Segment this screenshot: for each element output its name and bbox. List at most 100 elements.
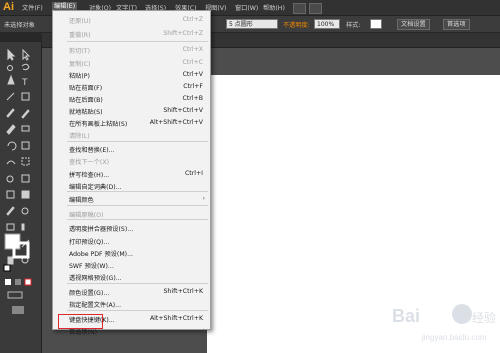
edit-menu-item-label: 查找下一个(X) <box>69 159 110 166</box>
menu-file[interactable]: 文件(F) <box>22 3 43 12</box>
eraser-tool-icon[interactable] <box>21 125 30 132</box>
edit-menu-item[interactable]: SWF 预设(W)... <box>53 260 210 271</box>
edit-menu-item[interactable]: 拼写检查(H)... Ctrl+I <box>53 169 210 180</box>
rotate-tool-icon[interactable] <box>7 141 17 151</box>
edit-menu-item: 查找下一个(X) <box>53 156 210 167</box>
paintbrush-tool-icon[interactable] <box>6 108 15 118</box>
edit-menu-item-label: 还原(U) <box>69 18 91 25</box>
app-logo: Ai <box>3 1 14 13</box>
perspective-grid-tool-icon[interactable] <box>21 174 30 183</box>
pen-tool-icon[interactable] <box>7 74 15 85</box>
mesh-tool-icon[interactable] <box>6 190 15 199</box>
edit-menu-item-label: 拼写检查(H)... <box>69 172 110 179</box>
watermark-brand-2: 经验 <box>472 310 496 325</box>
menu-separator <box>67 219 208 220</box>
none-mode-icon[interactable] <box>24 278 32 286</box>
edit-menu-item[interactable]: 编辑颜色 › <box>53 194 210 205</box>
drawing-mode-icon[interactable] <box>7 291 23 299</box>
rectangle-tool-icon[interactable] <box>21 92 30 101</box>
edit-menu-item-shortcut: Alt+Shift+Ctrl+K <box>149 315 203 322</box>
edit-menu-item-shortcut: Ctrl+C <box>182 59 203 66</box>
edit-menu-item[interactable]: Adobe PDF 预设(M)... <box>53 248 210 259</box>
edit-menu-item-label: 复制(C) <box>69 61 91 68</box>
tools-panel: T <box>0 42 42 353</box>
edit-menu-item-shortcut: Ctrl+X <box>182 46 203 53</box>
edit-menu-item[interactable]: 在所有画板上粘贴(S) Alt+Shift+Ctrl+V <box>53 118 210 129</box>
opacity-label[interactable]: 不透明度: <box>283 20 310 29</box>
menu-help[interactable]: 帮助(H) <box>263 3 285 12</box>
hand-tool-icon[interactable] <box>7 256 14 265</box>
blob-brush-tool-icon[interactable] <box>6 124 16 135</box>
graph-tool-icon[interactable] <box>21 223 25 231</box>
gradient-mode-icon[interactable] <box>15 279 21 285</box>
edit-menu-item[interactable]: 打印预设(Q)... <box>53 236 210 247</box>
color-mode-icon[interactable] <box>5 279 11 285</box>
watermark: Bai 经验 jingyan.baidu.com <box>382 300 497 350</box>
menu-window[interactable]: 窗口(W) <box>235 3 258 12</box>
edit-menu-item: 复制(C) Ctrl+C <box>53 58 210 69</box>
edit-menu-item: 还原(U) Ctrl+Z <box>53 15 210 26</box>
edit-menu-item[interactable]: 粘贴(P) Ctrl+V <box>53 70 210 81</box>
annotation-highlight-box <box>58 314 103 329</box>
edit-menu-item-shortcut: Shift+Ctrl+Z <box>163 30 203 37</box>
edit-menu-item-shortcut: Alt+Shift+Ctrl+V <box>149 119 203 126</box>
screen-mode-icon[interactable] <box>12 306 24 314</box>
symbol-sprayer-tool-icon[interactable] <box>6 223 15 231</box>
menu-separator <box>67 41 208 42</box>
edit-menu-item[interactable]: 查找和替换(E)... <box>53 144 210 155</box>
menu-separator <box>67 283 208 284</box>
edit-menu-item-shortcut: Ctrl+F <box>183 83 203 90</box>
edit-menu-item-label: 编辑自定词典(D)... <box>69 184 122 191</box>
edit-menu-item[interactable]: 指定配置文件(A)... <box>53 299 210 310</box>
edit-menu-item-label: 透视网格预设(G)... <box>69 275 122 282</box>
bridge-icon[interactable] <box>293 3 306 14</box>
edit-menu-item-shortcut: Ctrl+I <box>184 170 203 177</box>
document-setup-button[interactable]: 文档设置 <box>397 19 430 30</box>
gradient-tool-icon[interactable] <box>21 190 30 199</box>
edit-menu-item-label: 清除(L) <box>69 133 90 140</box>
edit-menu-item-label: 贴在后面(B) <box>69 97 103 104</box>
edit-menu-item-label: 重做(R) <box>69 32 91 39</box>
edit-menu-item: 剪切(T) Ctrl+X <box>53 45 210 56</box>
edit-menu-item: 清除(L) <box>53 130 210 141</box>
menu-separator <box>67 141 208 142</box>
edit-menu-item-label: 查找和替换(E)... <box>69 147 115 154</box>
edit-menu-item-label: 粘贴(P) <box>69 73 90 80</box>
width-tool-icon[interactable] <box>6 160 16 165</box>
free-transform-tool-icon[interactable] <box>21 157 30 166</box>
opacity-input[interactable]: 100% <box>314 19 340 29</box>
stroke-profile-select[interactable]: 5 点圆形 <box>226 19 278 29</box>
preferences-button[interactable]: 首选项 <box>443 19 470 30</box>
eyedropper-tool-icon[interactable] <box>6 206 15 216</box>
lasso-tool-icon[interactable] <box>21 63 30 71</box>
edit-menu-item-label: 剪切(T) <box>69 48 90 55</box>
submenu-arrow-icon: › <box>202 327 205 334</box>
style-label: 样式: <box>346 22 361 29</box>
line-tool-icon[interactable] <box>6 92 15 101</box>
magic-wand-tool-icon[interactable] <box>7 65 13 71</box>
type-tool-icon[interactable]: T <box>21 78 28 88</box>
selection-tool-icon[interactable] <box>7 48 16 61</box>
edit-menu-item[interactable]: 透视网格预设(G)... <box>53 272 210 283</box>
edit-menu-item-shortcut: Ctrl+B <box>182 95 203 102</box>
edit-menu-item[interactable]: 透明度拼合器预设(S)... <box>53 223 210 234</box>
edit-menu-item-label: Adobe PDF 预设(M)... <box>69 251 134 258</box>
selection-status: 未选择对象 <box>4 22 35 29</box>
edit-menu-item[interactable]: 贴在前面(F) Ctrl+F <box>53 82 210 93</box>
edit-menu-item[interactable]: 就地粘贴(S) Shift+Ctrl+V <box>53 106 210 117</box>
edit-menu-item-shortcut: Ctrl+V <box>182 71 203 78</box>
edit-menu-item-label: 就地粘贴(S) <box>69 109 103 116</box>
arrange-documents-icon[interactable] <box>309 3 322 14</box>
scale-tool-icon[interactable] <box>21 141 30 150</box>
default-colors-icon[interactable] <box>3 264 11 272</box>
menu-separator <box>67 310 208 311</box>
pencil-tool-icon[interactable] <box>21 109 30 119</box>
edit-menu-item[interactable]: 贴在后面(B) Ctrl+B <box>53 94 210 105</box>
edit-menu-item[interactable]: 颜色设置(G)... Shift+Ctrl+K <box>53 287 210 298</box>
graphic-style-swatch[interactable] <box>370 19 382 29</box>
shape-builder-tool-icon[interactable] <box>6 175 14 183</box>
edit-menu-item-label: 编辑原稿(O) <box>69 212 104 219</box>
edit-menu-item-label: 指定配置文件(A)... <box>69 302 122 309</box>
blend-tool-icon[interactable] <box>21 207 29 215</box>
direct-selection-tool-icon[interactable] <box>22 48 31 61</box>
